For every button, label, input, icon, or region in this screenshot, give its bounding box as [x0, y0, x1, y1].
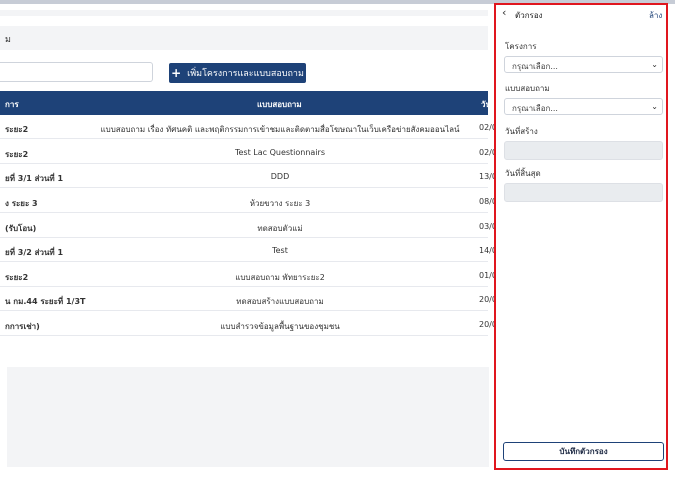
add-project-questionnaire-button[interactable]: + เพิ่มโครงการและแบบสอบถาม — [169, 63, 306, 83]
column-header-project[interactable]: การ — [5, 98, 19, 111]
table-row[interactable]: น กม.44 ระยะที่ 1/3T ทดสอบสร้างแบบสอบถาม… — [0, 287, 497, 311]
questionnaire-cell: แบบสำรวจข้อมูลพื้นฐานของชุมชน — [220, 322, 340, 331]
created-date-input[interactable] — [504, 141, 663, 160]
filter-title: ตัวกรอง — [515, 11, 543, 20]
project-cell: กการเช่า) — [5, 322, 40, 331]
questionnaire-select-value: กรุณาเลือก... — [512, 104, 558, 113]
plus-icon: + — [171, 66, 182, 80]
save-filter-button[interactable]: บันทึกตัวกรอง — [503, 442, 664, 461]
questionnaire-cell: แบบสอบถาม เรื่อง ทัศนคติ และพฤติกรรมการเ… — [100, 125, 460, 134]
questionnaire-cell: Test Lac Questionnairs — [234, 148, 326, 157]
clear-filter-button[interactable]: ล้าง — [649, 9, 662, 22]
search-input[interactable] — [0, 62, 153, 82]
questionnaire-cell: Test — [272, 246, 288, 255]
created-date-label: วันที่สร้าง — [505, 127, 538, 136]
project-cell: ระยะ2 — [5, 125, 29, 134]
column-header-date[interactable]: วัน — [481, 98, 491, 111]
chevron-left-icon[interactable]: ‹ — [502, 7, 512, 18]
end-date-input[interactable] — [504, 183, 663, 202]
table-row[interactable]: ยที่ 3/1 ส่วนที่ 1 DDD 13/0 — [0, 164, 497, 188]
questionnaire-cell: DDD — [270, 172, 290, 181]
questionnaire-cell: ทดสอบตัวแม่ — [257, 224, 303, 233]
empty-area — [7, 367, 489, 467]
table-row[interactable]: ระยะ2 แบบสอบถาม เรื่อง ทัศนคติ และพฤติกร… — [0, 115, 497, 139]
project-cell: ระยะ2 — [5, 273, 29, 282]
questionnaire-cell: ทดสอบสร้างแบบสอบถาม — [236, 297, 324, 306]
table-row[interactable]: ง ระยะ 3 ห้วยขวาง ระยะ 3 08/0 — [0, 189, 497, 213]
column-header-questionnaire[interactable]: แบบสอบถาม — [257, 98, 302, 111]
header-band — [0, 10, 488, 16]
chevron-down-icon: ⌄ — [651, 60, 658, 69]
project-label: โครงการ — [505, 42, 537, 51]
project-cell: ระยะ2 — [5, 150, 29, 159]
end-date-label: วันที่สิ้นสุด — [505, 169, 541, 178]
project-cell: ง ระยะ 3 — [5, 199, 38, 208]
section-title: ม — [5, 35, 11, 45]
table-row[interactable]: ระยะ2 Test Lac Questionnairs 02/0 — [0, 140, 497, 164]
chevron-down-icon: ⌄ — [651, 102, 658, 111]
table-row[interactable]: ยที่ 3/2 ส่วนที่ 1 Test 14/0 — [0, 238, 497, 262]
questionnaire-cell: แบบสอบถาม พัทยาระยะ2 — [235, 273, 325, 282]
questionnaire-select[interactable]: กรุณาเลือก... ⌄ — [504, 98, 663, 115]
questionnaire-label: แบบสอบถาม — [505, 84, 550, 93]
project-select[interactable]: กรุณาเลือก... ⌄ — [504, 56, 663, 73]
project-cell: (รับโอน) — [5, 224, 37, 233]
filter-drawer — [495, 4, 675, 478]
table-row[interactable]: ระยะ2 แบบสอบถาม พัทยาระยะ2 01/0 — [0, 263, 497, 287]
section-bar — [0, 26, 488, 50]
save-filter-label: บันทึกตัวกรอง — [559, 447, 608, 456]
questionnaire-cell: ห้วยขวาง ระยะ 3 — [249, 199, 311, 208]
table-row[interactable]: กการเช่า) แบบสำรวจข้อมูลพื้นฐานของชุมชน … — [0, 312, 497, 336]
project-select-value: กรุณาเลือก... — [512, 62, 558, 71]
table-header: การ แบบสอบถาม วัน — [0, 91, 491, 115]
table-row[interactable]: (รับโอน) ทดสอบตัวแม่ 03/0 — [0, 214, 497, 238]
add-button-label: เพิ่มโครงการและแบบสอบถาม — [187, 69, 304, 79]
